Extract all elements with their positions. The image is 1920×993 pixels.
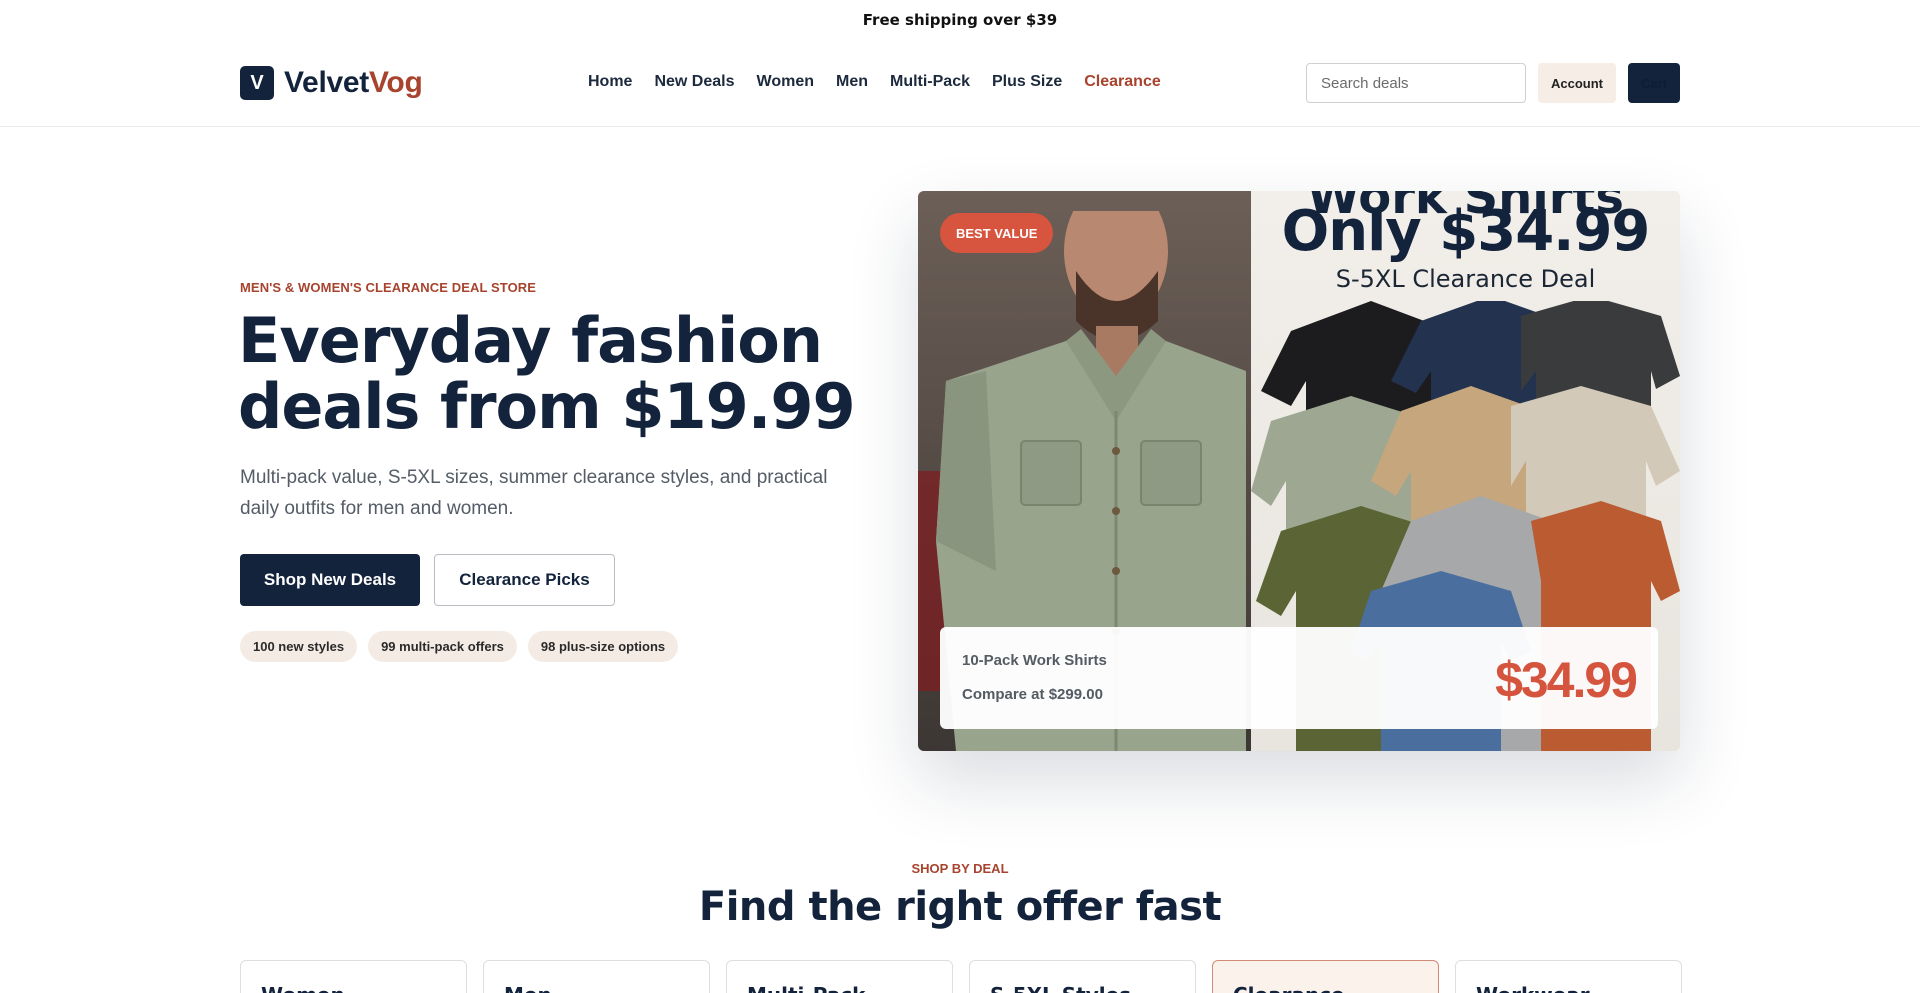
category-card-clearance[interactable]: Clearance — [1212, 960, 1439, 993]
site-header: V VelvetVog Home New Deals Women Men Mul… — [0, 40, 1920, 127]
featured-product-name: 10-Pack Work Shirts — [962, 652, 1107, 669]
best-value-badge: BEST VALUE — [940, 213, 1054, 253]
section-eyebrow: SHOP BY DEAL — [911, 861, 1009, 876]
nav-multi-pack[interactable]: Multi-Pack — [890, 73, 970, 91]
logo-mark-icon: V — [240, 66, 274, 100]
nav-clearance[interactable]: Clearance — [1084, 73, 1161, 91]
main-nav: Home New Deals Women Men Multi-Pack Plus… — [588, 73, 1183, 91]
cart-button[interactable]: Cart — [1628, 63, 1680, 103]
nav-men[interactable]: Men — [836, 73, 868, 91]
nav-new-deals[interactable]: New Deals — [654, 73, 734, 91]
stat-chip-multi-pack: 99 multi-pack offers — [368, 631, 517, 662]
search-input[interactable] — [1306, 63, 1526, 103]
brand-logo[interactable]: V VelvetVog — [240, 66, 423, 100]
category-card-women[interactable]: Women — [240, 960, 467, 993]
hero-eyebrow: MEN'S & WOMEN'S CLEARANCE DEAL STORE — [240, 280, 537, 295]
shop-new-deals-button[interactable]: Shop New Deals — [240, 554, 420, 606]
featured-price-card[interactable]: 10-Pack Work Shirts Compare at $299.00 $… — [940, 627, 1658, 729]
deal-category-cards: Women Men Multi-Pack S-5XL Styles Cleara… — [240, 960, 1682, 993]
hero-product-image[interactable]: Work Shirts Only $34.99 S-5XL Clearance … — [918, 191, 1680, 751]
account-button[interactable]: Account — [1538, 63, 1616, 103]
category-card-s-5xl[interactable]: S-5XL Styles — [969, 960, 1196, 993]
category-card-multi-pack[interactable]: Multi-Pack — [726, 960, 953, 993]
section-title: Find the right offer fast — [698, 884, 1222, 930]
category-card-workwear[interactable]: Workwear — [1455, 960, 1682, 993]
brand-name: VelvetVog — [284, 66, 423, 99]
nav-home[interactable]: Home — [588, 73, 632, 91]
clearance-picks-button[interactable]: Clearance Picks — [434, 554, 615, 606]
hero-headline: Everyday fashion deals from $19.99 — [238, 304, 856, 443]
category-card-men[interactable]: Men — [483, 960, 710, 993]
promo-image-subtitle: S-5XL Clearance Deal — [1335, 265, 1596, 293]
hero-stats: 100 new styles 99 multi-pack offers 98 p… — [240, 631, 679, 662]
nav-women[interactable]: Women — [757, 73, 814, 91]
stat-chip-plus-size: 98 plus-size options — [527, 631, 679, 662]
compare-price: Compare at $299.00 — [962, 686, 1103, 703]
announcement-text: Free shipping over $39 — [862, 11, 1058, 29]
hero-subcopy: Multi-pack value, S-5XL sizes, summer cl… — [240, 467, 828, 519]
promo-image-price: Only $34.99 — [1281, 199, 1651, 264]
stat-chip-new-styles: 100 new styles — [240, 631, 358, 662]
nav-plus-size[interactable]: Plus Size — [992, 73, 1062, 91]
featured-price: $34.99 — [1495, 652, 1638, 708]
announcement-bar: Free shipping over $39 — [0, 0, 1920, 40]
